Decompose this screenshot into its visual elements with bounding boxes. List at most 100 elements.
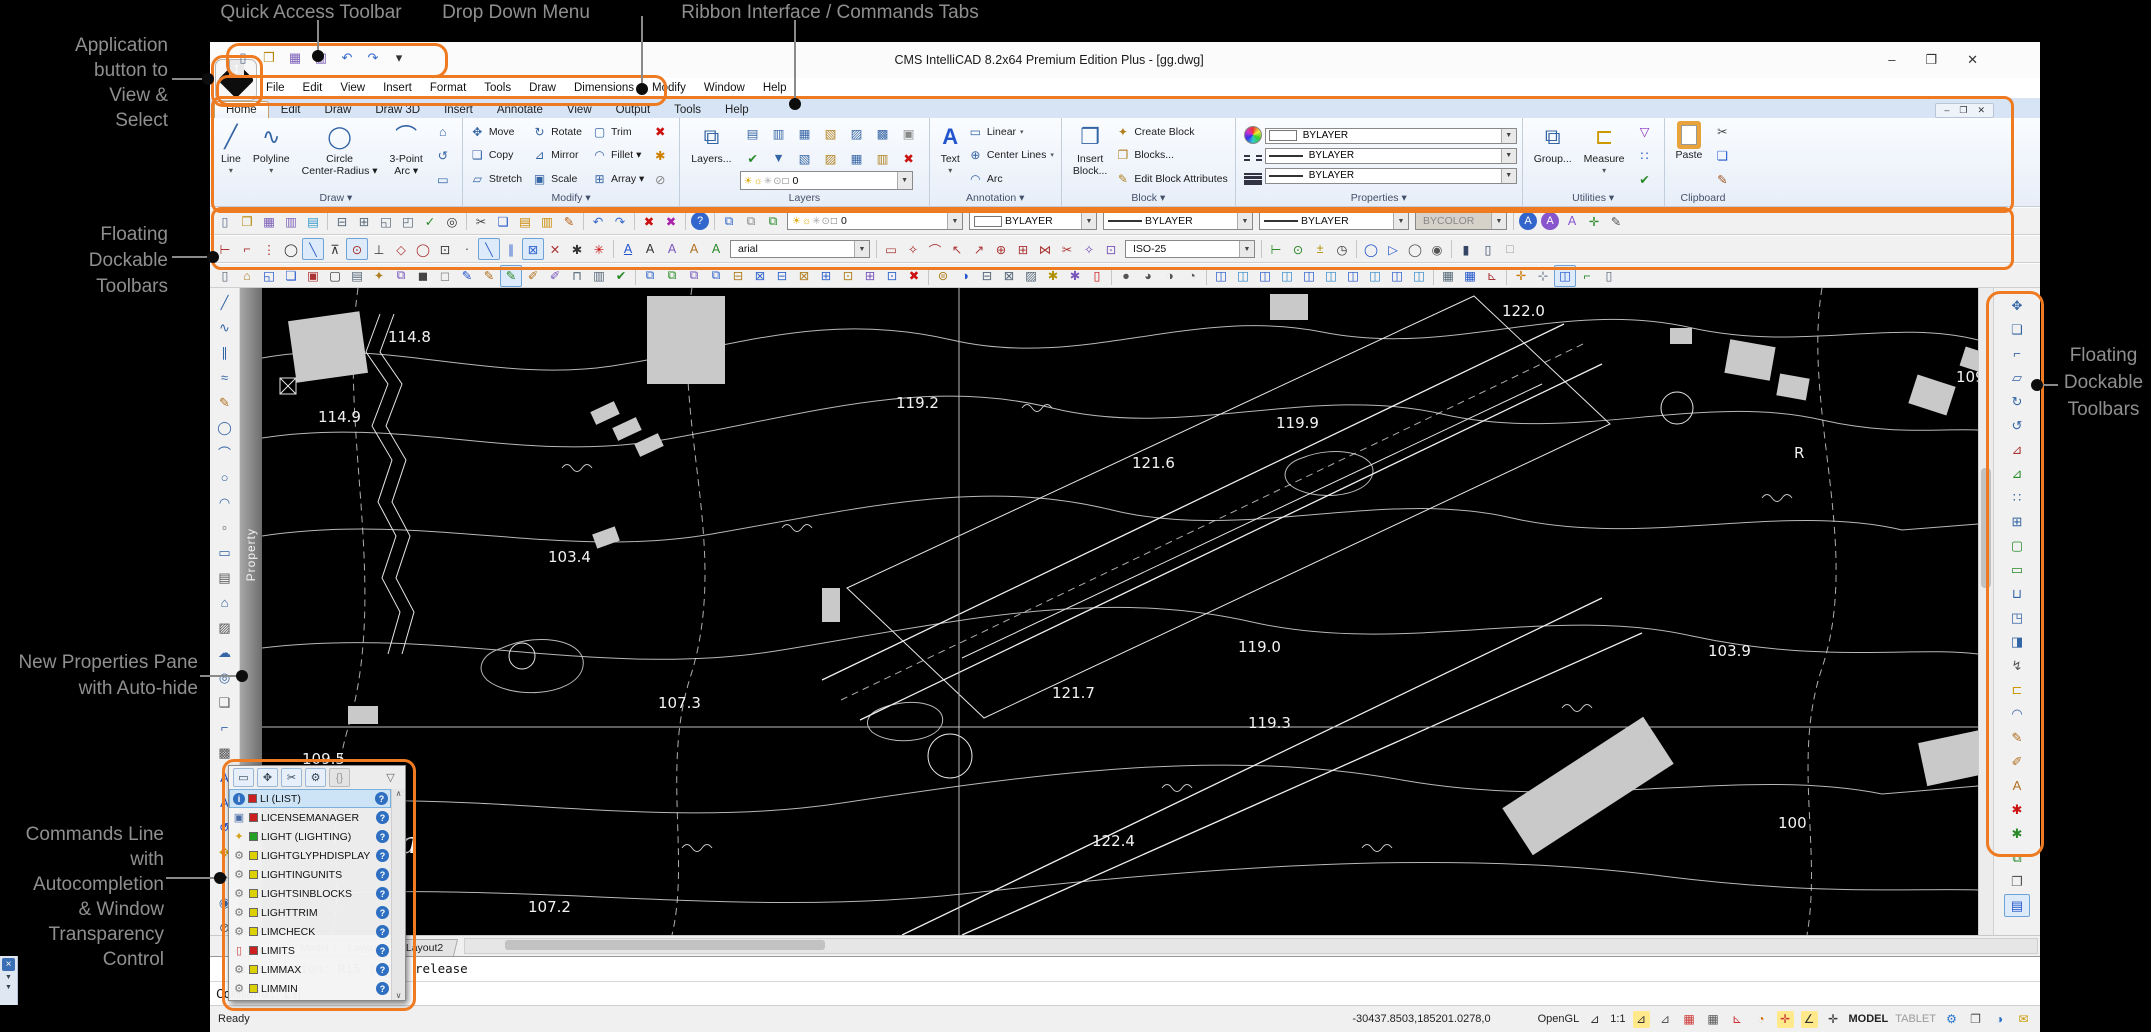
linetype-icon[interactable] — [1244, 155, 1262, 161]
toolbar-icon[interactable]: ⊠ — [749, 265, 771, 287]
modify-toolbar-icon[interactable]: ⊞ — [2004, 510, 2030, 533]
toolbar-icon[interactable]: ▯ — [1086, 265, 1108, 287]
qat-overflow-icon[interactable]: ▾ — [388, 47, 410, 69]
color-wheel-icon[interactable] — [1244, 126, 1262, 144]
snap-toolbar-icon[interactable]: ✧ — [902, 238, 924, 260]
toolbar-icon[interactable]: ▢ — [324, 265, 346, 287]
popup-item-lightingunits[interactable]: ⚙LIGHTINGUNITS? — [229, 865, 391, 884]
snap-toolbar-icon[interactable]: ╲ — [302, 238, 324, 260]
toolbar-icon[interactable]: ? — [691, 212, 709, 230]
toolbar-icon[interactable]: ▤ — [514, 210, 536, 232]
ribbon-restore-icon[interactable]: ❐ — [1959, 105, 1967, 116]
popup-tool-icon[interactable]: ✂ — [281, 768, 302, 787]
toolbar-icon[interactable]: ⧉ — [718, 210, 740, 232]
status-toggle-icon[interactable]: ⊾ — [1729, 1011, 1746, 1028]
snap-toolbar-icon[interactable]: ⌒ — [924, 238, 946, 260]
status-toggle-icon[interactable]: ◑ — [1991, 1011, 2008, 1028]
snap-toolbar-icon[interactable]: ╲ — [478, 238, 500, 260]
draw-toolbar-icon[interactable]: ▭ — [213, 541, 237, 564]
toolbar-icon[interactable]: ⧉ — [661, 265, 683, 287]
help-icon[interactable]: ? — [375, 792, 388, 805]
snap-toolbar-icon[interactable]: ⊢ — [214, 238, 236, 260]
snap-toolbar-icon[interactable]: A — [705, 238, 727, 260]
layer-tool-icon[interactable]: ▦ — [794, 122, 816, 144]
menu-item-tools[interactable]: Tools — [478, 80, 517, 96]
layer-tool-icon[interactable]: ✔ — [742, 147, 764, 169]
popup-item-limmin[interactable]: ⚙LIMMIN? — [229, 979, 391, 998]
toolbar-icon[interactable]: ✖ — [903, 265, 925, 287]
modify-toolbar-icon[interactable]: ◨ — [2004, 630, 2030, 653]
chevron-down-icon[interactable]: ▼ — [1501, 129, 1516, 143]
toolbar-icon[interactable]: ⌐ — [1576, 265, 1598, 287]
modify-tool-scale[interactable]: ▣Scale — [530, 167, 584, 191]
draw-toolbar-icon[interactable]: ▩ — [213, 741, 237, 764]
snap-toolbar-icon[interactable]: ◯ — [1360, 238, 1382, 260]
toolbar-icon[interactable]: ✖ — [638, 210, 660, 232]
help-icon[interactable]: ? — [376, 811, 389, 824]
toolbar-icon[interactable]: ⊟ — [331, 210, 353, 232]
draw-toolbar-icon[interactable]: ⌒ — [213, 441, 237, 464]
block-tool-editblockattributes[interactable]: ✎Edit Block Attributes — [1113, 171, 1229, 187]
toolbar-icon[interactable]: ⊹ — [1532, 265, 1554, 287]
snap-toolbar-icon[interactable]: ⊕ — [990, 238, 1012, 260]
popup-item-lightsinblocks[interactable]: ⚙LIGHTSINBLOCKS? — [229, 884, 391, 903]
tab-draw[interactable]: Draw — [313, 101, 364, 118]
status-toggle-icon[interactable]: ⊿ — [1657, 1011, 1674, 1028]
utilities-mini-icon[interactable]: ∷ — [1634, 144, 1656, 166]
popup-item-lightglyphdisplay[interactable]: ⚙LIGHTGLYPHDISPLAY? — [229, 846, 391, 865]
modify-tool-move[interactable]: ✥Move — [468, 120, 524, 144]
popup-item-limits[interactable]: ▯LIMITS? — [229, 941, 391, 960]
modify-toolbar-icon[interactable]: ▱ — [2004, 366, 2030, 389]
toolbar-icon[interactable]: ◫ — [1554, 265, 1576, 287]
annotation-tool-center-lines[interactable]: ⊕Center Lines▾ — [966, 147, 1056, 163]
toolbar-icon[interactable]: ◫ — [1342, 265, 1364, 287]
lineweight-combo[interactable]: BYLAYER▼ — [1259, 212, 1409, 230]
layer-tool-icon[interactable]: ▼ — [768, 147, 790, 169]
linetype-combo[interactable]: BYLAYER▼ — [1103, 212, 1253, 230]
status-tablet[interactable]: TABLET — [1895, 1013, 1936, 1025]
toolbar-icon[interactable]: ⊞ — [353, 210, 375, 232]
help-icon[interactable]: ? — [376, 887, 389, 900]
ribbon-minimize-icon[interactable]: – — [1944, 105, 1949, 116]
save-as-icon[interactable]: ▥ — [310, 47, 332, 69]
tab-home[interactable]: Home — [214, 101, 269, 118]
modify-toolbar-icon[interactable]: ▭ — [2004, 558, 2030, 581]
modify-tool-copy[interactable]: ❏Copy — [468, 144, 524, 168]
ribbon-layer-combo[interactable]: ☀☼✳⊙□ 0 ▼ — [740, 171, 913, 190]
toolbar-icon[interactable]: ✛ — [1583, 210, 1605, 232]
toolbar-icon[interactable]: ✔ — [610, 265, 632, 287]
draw-mini-icon[interactable]: ↺ — [432, 144, 454, 166]
toolbar-icon[interactable]: A — [1519, 212, 1537, 230]
draw-toolbar-icon[interactable]: ▨ — [213, 616, 237, 639]
snap-toolbar-icon[interactable]: A — [617, 238, 639, 260]
undo-icon[interactable]: ↶ — [336, 47, 358, 69]
toolbar-icon[interactable]: ◫ — [1254, 265, 1276, 287]
modify-toolbar-icon[interactable]: ❏ — [2004, 318, 2030, 341]
draw-tool-3-point[interactable]: ⌒3-PointArc ▾ — [384, 120, 429, 191]
toolbar-icon[interactable]: ✱ — [1042, 265, 1064, 287]
draw-toolbar-icon[interactable]: ✎ — [213, 391, 237, 414]
panel-caption-properties[interactable]: Properties ▾ — [1241, 191, 1517, 206]
clipboard-mini-icon[interactable]: ✎ — [1711, 168, 1733, 190]
snap-toolbar-icon[interactable]: A — [661, 238, 683, 260]
popup-item-li[interactable]: iLI (LIST)? — [229, 789, 391, 808]
toolbar-icon[interactable]: A — [1561, 210, 1583, 232]
toolbar-icon[interactable]: ▯ — [1598, 265, 1620, 287]
snap-toolbar-icon[interactable]: □ — [1499, 238, 1521, 260]
help-icon[interactable]: ? — [376, 830, 389, 843]
snap-toolbar-icon[interactable]: A — [683, 238, 705, 260]
modify-tool-fillet[interactable]: ◠Fillet ▾ — [590, 144, 646, 168]
popup-item-limmax[interactable]: ⚙LIMMAX? — [229, 960, 391, 979]
snap-toolbar-icon[interactable]: ⊢ — [1265, 238, 1287, 260]
lineweight-icon[interactable] — [1244, 173, 1262, 185]
chevron-down-icon[interactable]: ▼ — [1491, 213, 1506, 229]
snap-toolbar-icon[interactable]: ✕ — [544, 238, 566, 260]
modify-mini-icon[interactable]: ✱ — [649, 144, 671, 166]
layer-tool-icon[interactable]: ▨ — [846, 122, 868, 144]
toolbar-icon[interactable]: ◫ — [1210, 265, 1232, 287]
block-tool-blocks[interactable]: ❐Blocks... — [1113, 147, 1229, 163]
layer-tool-icon[interactable]: ▥ — [872, 147, 894, 169]
dimstyle-combo[interactable]: ISO-25▼ — [1125, 240, 1255, 258]
toolbar-icon[interactable]: ✂ — [470, 210, 492, 232]
tab-edit[interactable]: Edit — [269, 101, 313, 118]
